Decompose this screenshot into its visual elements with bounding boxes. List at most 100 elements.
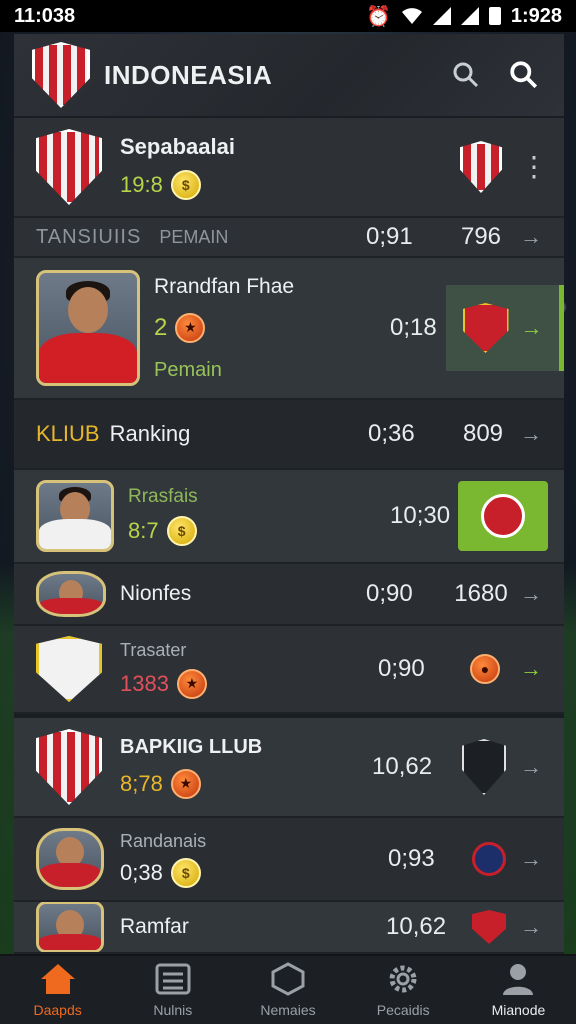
player-photo	[36, 270, 140, 386]
home-icon	[40, 964, 75, 994]
section-title: Ranking	[109, 421, 191, 446]
value-2: 809	[462, 420, 504, 447]
club-badge-icon	[462, 303, 509, 353]
search-icon	[510, 61, 538, 89]
gear-icon	[389, 965, 417, 993]
player-role: Pemain	[154, 358, 222, 381]
value-1: 0;90	[366, 580, 413, 607]
search-icon	[453, 62, 479, 88]
search-button[interactable]	[444, 53, 488, 97]
player-jersey	[39, 863, 101, 887]
signal-icon	[432, 7, 451, 25]
player-jersey	[39, 934, 101, 950]
column-header-row: TANSIUIIS PEMAIN 0;91 796 →	[14, 218, 564, 258]
tab-hexagon[interactable]: Nemaies	[230, 956, 345, 1024]
player-value: 10,62	[386, 913, 447, 940]
chevron-right-icon[interactable]: →	[516, 421, 546, 447]
alarm-icon: ⏰	[365, 5, 391, 28]
club-badge-icon	[481, 494, 525, 538]
player-row[interactable]: Rrandfan Fhae 2 ★ Pemain 0;18 →	[14, 258, 564, 400]
player-jersey	[39, 333, 137, 383]
value-2: 1680	[454, 580, 508, 607]
list-item[interactable]: Nionfes 0;90 1680 →	[14, 564, 564, 626]
chevron-right-icon[interactable]: →	[516, 754, 546, 780]
club-badge-icon	[472, 910, 506, 944]
opponent-crest	[460, 141, 502, 193]
section-header: KLIUB Ranking 0;36 809 →	[14, 400, 564, 470]
club-name: Sepabaalai	[120, 134, 235, 159]
club-score: 8;78	[120, 770, 163, 796]
tab-list[interactable]: Nulnis	[115, 956, 230, 1024]
tab-label: Nemaies	[260, 1002, 316, 1018]
club-crest	[36, 729, 102, 805]
tab-label: Pecaidis	[376, 1002, 430, 1018]
column-label-1: TANSIUIIS	[36, 225, 142, 248]
player-name: Randanais	[120, 830, 207, 851]
player-jersey	[39, 598, 103, 614]
tab-home[interactable]: Daapds	[0, 956, 115, 1024]
chevron-right-icon[interactable]: →	[516, 224, 546, 250]
badge-icon: ★	[175, 312, 206, 343]
list-item[interactable]: Randanais 0;38 $ 0;93 →	[14, 818, 564, 902]
user-icon	[503, 964, 534, 995]
chevron-right-icon[interactable]: →	[516, 846, 546, 872]
player-name: Rrasfais	[128, 486, 198, 507]
tab-profile[interactable]: Mianode	[461, 956, 576, 1024]
player-jersey	[39, 519, 111, 549]
wifi-icon	[401, 8, 422, 24]
page-title: INDONEASIA	[104, 59, 273, 90]
chevron-right-icon[interactable]: →	[516, 581, 546, 607]
club-name: Trasater	[120, 639, 187, 660]
list-item[interactable]: Sepabaalai 19:8 $ ⋮	[14, 118, 564, 218]
club-badge-icon	[472, 842, 506, 876]
coin-icon: $	[170, 857, 201, 888]
status-icons: ⏰ 1:928	[366, 4, 562, 29]
player-value: 0;93	[388, 845, 435, 872]
status-bar: 11:038 ⏰ 1:928	[0, 0, 576, 32]
search-button-2[interactable]	[502, 53, 546, 97]
action-select-button[interactable]: →	[446, 285, 564, 371]
value-2: 796	[460, 223, 502, 250]
chevron-right-icon[interactable]: →	[516, 914, 546, 940]
player-photo	[36, 480, 114, 552]
list-item[interactable]: Trasater 1383 ★ 0;90 ● →	[14, 626, 564, 714]
player-score: 8:7	[128, 518, 159, 543]
app-container: INDONEASIA Sepabaalai 19:8 $ ⋮ TANSIUIIS	[14, 34, 564, 954]
value-1: 0;91	[366, 223, 413, 250]
club-crest	[36, 129, 102, 205]
value-1: 0;36	[368, 420, 415, 447]
club-crest	[36, 636, 102, 702]
club-value: 0;90	[378, 655, 425, 682]
column-label-2: PEMAIN	[159, 226, 229, 247]
opponent-crest	[462, 739, 506, 795]
player-name: Nionfes	[120, 582, 192, 605]
arrow-right-icon: →	[520, 315, 543, 340]
player-photo	[36, 571, 106, 617]
ranking-list: Sepabaalai 19:8 $ ⋮ TANSIUIIS PEMAIN 0;9…	[14, 118, 564, 954]
more-menu-icon[interactable]: ⋮	[520, 153, 548, 181]
status-time-right: 1:928	[510, 4, 562, 27]
coin-icon: $	[170, 170, 201, 200]
coin-icon: $	[166, 516, 197, 546]
status-time: 11:038	[14, 4, 76, 27]
list-item[interactable]: Rrasfais 8:7 $ 10;30	[14, 470, 564, 564]
tab-label: Daapds	[33, 1002, 82, 1018]
badge-icon: ★	[170, 768, 201, 799]
app-header: INDONEASIA	[14, 34, 564, 118]
club-score: 19:8	[120, 172, 163, 197]
club-value: 10,62	[372, 753, 433, 780]
tab-settings[interactable]: Pecaidis	[346, 956, 461, 1024]
list-item[interactable]: BAPKIIG LLUB 8;78 ★ 10,62 →	[14, 714, 564, 818]
signal-icon-2	[460, 7, 479, 25]
list-icon	[155, 963, 191, 995]
list-item[interactable]: Ramfar 10,62 →	[14, 902, 564, 954]
battery-icon	[488, 7, 501, 25]
player-photo	[36, 828, 104, 890]
select-button[interactable]	[458, 481, 548, 551]
player-face	[68, 287, 108, 333]
club-badge-icon: ●	[470, 654, 500, 684]
section-prefix: KLIUB	[36, 421, 100, 446]
tab-label: Mianode	[491, 1002, 546, 1018]
player-photo	[36, 902, 104, 952]
arrow-right-icon[interactable]: →	[516, 656, 546, 682]
